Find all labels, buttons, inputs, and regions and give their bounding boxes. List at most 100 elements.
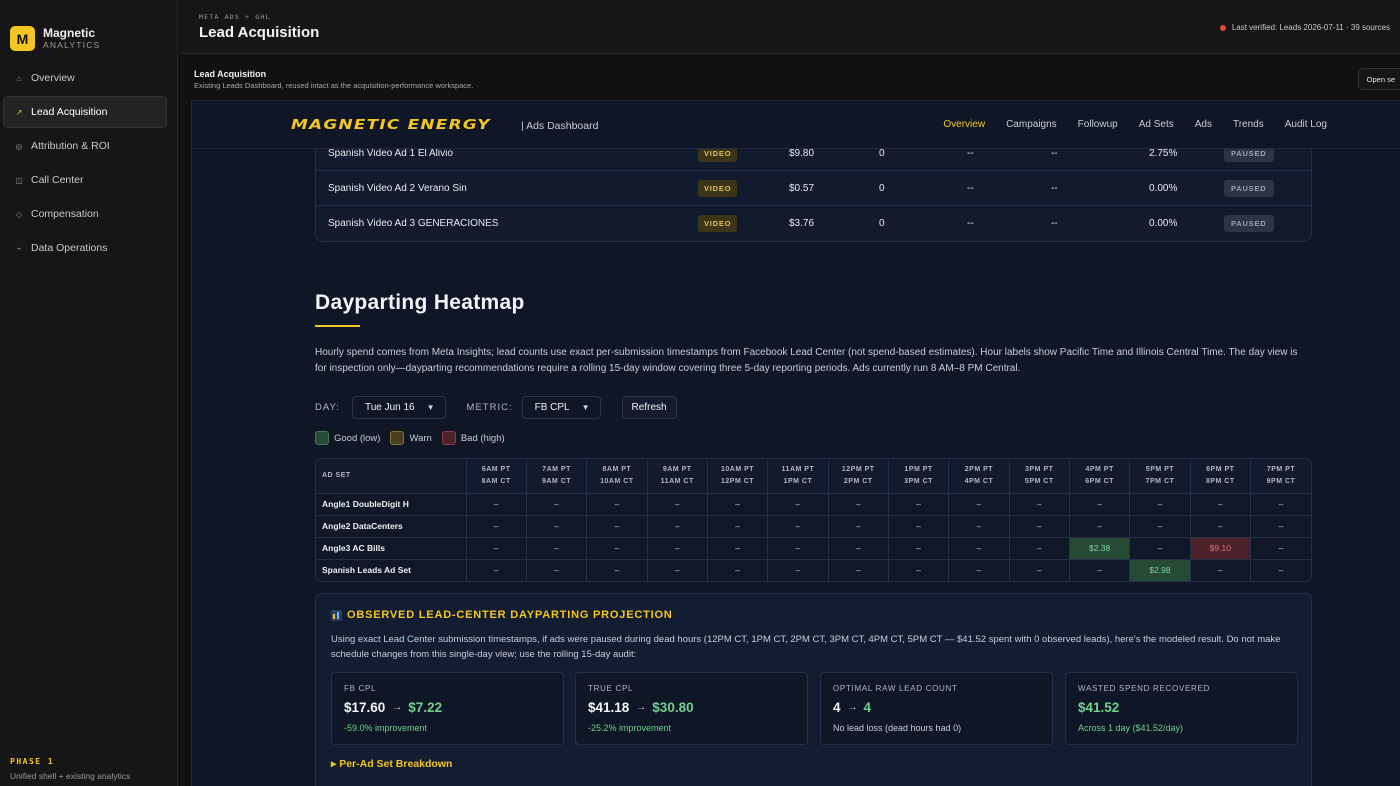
heatmap-cell[interactable]: – (706, 493, 768, 516)
heatmap-cell[interactable]: – (1008, 559, 1070, 581)
heatmap-cell[interactable]: – (1129, 493, 1191, 516)
ad-rate: 2.75% (1149, 148, 1178, 159)
heatmap-cell[interactable]: – (465, 559, 527, 581)
heatmap-cell[interactable]: – (1249, 559, 1311, 581)
heatmap-cell[interactable]: – (1068, 493, 1130, 516)
heatmap-cell[interactable]: – (1008, 537, 1070, 560)
heatmap-cell[interactable]: – (948, 537, 1010, 560)
heatmap-cell[interactable]: – (706, 559, 768, 581)
heatmap-cell[interactable]: – (525, 537, 587, 560)
heatmap-cell[interactable]: – (767, 515, 829, 538)
heatmap-cell[interactable]: $2.98 (1129, 559, 1191, 581)
sidebar-item-overview[interactable]: ⌂ Overview (3, 62, 167, 94)
heatmap-cell[interactable]: – (827, 537, 889, 560)
heatmap-cell[interactable]: – (1008, 493, 1070, 516)
hour-ct-label: 6PM CT (1085, 477, 1114, 485)
heatmap-cell[interactable]: – (646, 515, 708, 538)
heatmap-cell[interactable]: – (586, 493, 648, 516)
heatmap-cell[interactable]: – (827, 559, 889, 581)
diamond-icon: ◇ (15, 209, 23, 219)
ads-table: Spanish Video Ad 1 El Alivio VIDEO $9.80… (315, 135, 1312, 242)
dayparting-heatmap: AD SET 6AM PT 8AM CT 7AM PT 9AM CT 8AM PT 10A… (315, 458, 1312, 582)
heatmap-cell[interactable]: – (586, 537, 648, 560)
heatmap-cell[interactable]: – (1068, 515, 1130, 538)
table-row[interactable]: Spanish Video Ad 2 Verano Sin VIDEO $0.5… (316, 171, 1311, 206)
tab-ad-sets[interactable]: Ad Sets (1139, 119, 1174, 130)
sidebar-item-data-operations[interactable]: ⌁ Data Operations (3, 232, 167, 264)
chevron-down-icon: ▼ (581, 402, 590, 412)
ad-set-name: Angle1 DoubleDigit H (316, 493, 466, 516)
heatmap-cell[interactable]: – (646, 559, 708, 581)
heatmap-corner-header: AD SET (316, 459, 466, 494)
metric-label: METRIC: (466, 401, 513, 413)
day-select[interactable]: Tue Jun 16 ▼ (351, 395, 446, 419)
tab-campaigns[interactable]: Campaigns (1006, 119, 1057, 130)
heatmap-cell[interactable]: – (887, 515, 949, 538)
open-separately-button[interactable]: Open se (1357, 68, 1400, 90)
heatmap-cell[interactable]: – (948, 515, 1010, 538)
heatmap-cell[interactable]: – (1008, 515, 1070, 538)
metric-old-value: $41.18 (588, 700, 630, 715)
metric-select[interactable]: FB CPL ▼ (521, 395, 601, 419)
heatmap-cell[interactable]: – (948, 493, 1010, 516)
heatmap-cell[interactable]: – (1129, 515, 1191, 538)
heatmap-cell[interactable]: – (1249, 515, 1311, 538)
metric-old-value: $17.60 (344, 700, 386, 715)
heatmap-cell[interactable]: – (887, 537, 949, 560)
heatmap-hour-header: 6PM PT 8PM CT (1189, 459, 1251, 494)
heatmap-cell[interactable]: – (767, 559, 829, 581)
heatmap-cell[interactable]: – (1189, 493, 1251, 516)
sidebar-item-compensation[interactable]: ◇ Compensation (3, 198, 167, 230)
embedded-dashboard[interactable]: MAGNETIC ENERGY | Ads Dashboard Overview… (191, 100, 1400, 786)
sidebar-item-call-center[interactable]: ◫ Call Center (3, 164, 167, 196)
heatmap-cell[interactable]: – (465, 537, 527, 560)
heatmap-cell[interactable]: – (525, 559, 587, 581)
heatmap-cell[interactable]: – (1129, 537, 1191, 560)
heatmap-cell[interactable]: – (1249, 537, 1311, 560)
heatmap-cell[interactable]: $9.10 (1189, 537, 1251, 560)
ad-name: Spanish Video Ad 1 El Alivio (328, 148, 453, 159)
heatmap-cell[interactable]: – (1068, 559, 1130, 581)
heatmap-cell[interactable]: – (706, 515, 768, 538)
status-badge: PAUSED (1224, 180, 1274, 197)
brand-name: Magnetic (43, 26, 96, 41)
heatmap-cell[interactable]: – (646, 493, 708, 516)
heatmap-cell[interactable]: – (887, 559, 949, 581)
heatmap-cell[interactable]: – (586, 559, 648, 581)
heatmap-cell[interactable]: – (525, 493, 587, 516)
tab-ads[interactable]: Ads (1195, 119, 1212, 130)
workspace-title: Lead Acquisition (194, 69, 267, 79)
heatmap-hour-header: 7AM PT 9AM CT (525, 459, 587, 494)
heatmap-cell[interactable]: – (1189, 559, 1251, 581)
heatmap-cell[interactable]: – (465, 515, 527, 538)
heatmap-cell[interactable]: – (465, 493, 527, 516)
heatmap-cell[interactable]: – (525, 515, 587, 538)
heatmap-cell[interactable]: – (827, 515, 889, 538)
heatmap-cell[interactable]: – (887, 493, 949, 516)
tab-trends[interactable]: Trends (1233, 119, 1264, 130)
heatmap-cell[interactable]: – (1189, 515, 1251, 538)
heatmap-cell[interactable]: – (767, 493, 829, 516)
tab-followup[interactable]: Followup (1078, 119, 1118, 130)
heatmap-cell[interactable]: – (827, 493, 889, 516)
heatmap-cell[interactable]: – (646, 537, 708, 560)
heatmap-cell[interactable]: $2.38 (1068, 537, 1130, 560)
per-ad-set-breakdown-toggle[interactable]: ▸ Per-Ad Set Breakdown (331, 758, 452, 770)
heatmap-cell[interactable]: – (948, 559, 1010, 581)
heatmap-hour-header: 9AM PT 11AM CT (646, 459, 708, 494)
metric-card-fb-cpl: FB CPL $17.60 → $7.22 -59.0% improvement (331, 672, 564, 745)
heatmap-hour-header: 1PM PT 3PM CT (887, 459, 949, 494)
heatmap-cell[interactable]: – (706, 537, 768, 560)
hour-ct-label: 11AM CT (660, 477, 694, 485)
heatmap-hour-header: 6AM PT 8AM CT (465, 459, 527, 494)
tab-overview[interactable]: Overview (943, 119, 985, 130)
table-row[interactable]: Spanish Video Ad 3 GENERACIONES VIDEO $3… (316, 206, 1311, 241)
heatmap-cell[interactable]: – (767, 537, 829, 560)
sidebar-item-lead-acquisition[interactable]: ↗ Lead Acquisition (3, 96, 167, 128)
tab-audit-log[interactable]: Audit Log (1285, 119, 1327, 130)
heatmap-cell[interactable]: – (1249, 493, 1311, 516)
hour-ct-label: 1PM CT (783, 477, 813, 485)
sidebar-item-attribution-roi[interactable]: ◎ Attribution & ROI (3, 130, 167, 162)
heatmap-cell[interactable]: – (586, 515, 648, 538)
refresh-button[interactable]: Refresh (621, 395, 677, 419)
